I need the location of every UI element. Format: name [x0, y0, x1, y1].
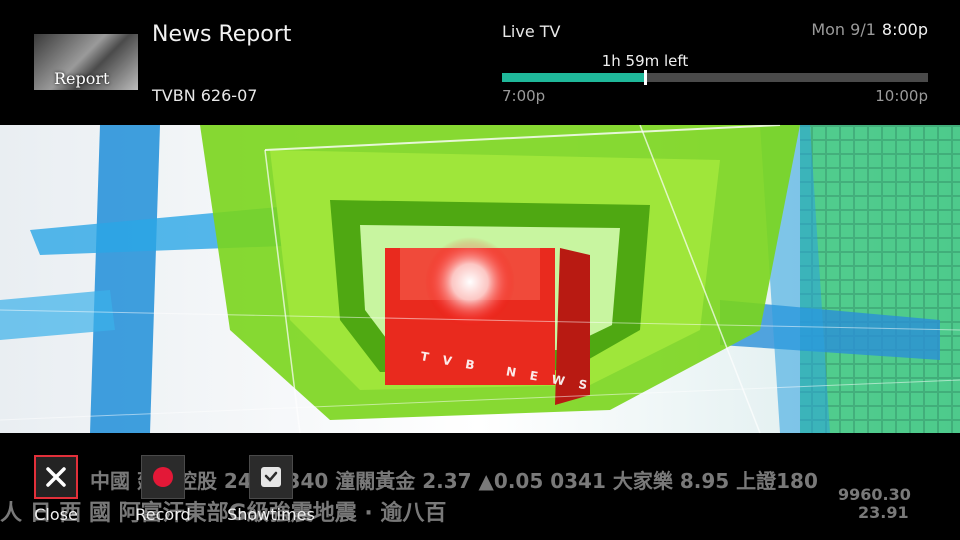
thumbnail-text: Report — [54, 69, 110, 88]
record-button[interactable]: Record — [128, 455, 198, 524]
showtimes-button[interactable]: Showtimes — [226, 455, 316, 524]
channel-label: TVBN 626-07 — [152, 86, 258, 105]
program-end-time: 10:00p — [875, 87, 928, 105]
current-datetime: Mon 9/1 8:00p — [811, 20, 928, 39]
close-icon — [46, 467, 66, 487]
progress-marker — [643, 70, 647, 85]
clock-icon — [261, 467, 281, 487]
show-title: News Report — [152, 22, 292, 47]
close-button-label: Close — [34, 505, 78, 524]
close-button-frame[interactable] — [34, 455, 78, 499]
showtimes-button-label: Showtimes — [227, 505, 315, 524]
info-bar: Report News Report TVBN 626-07 Live TV M… — [0, 0, 960, 125]
ticker-index: 9960.30 — [838, 485, 911, 504]
close-button[interactable]: Close — [28, 455, 84, 524]
program-start-time: 7:00p — [502, 87, 546, 105]
source-label: Live TV — [502, 22, 561, 41]
ticker-change: 23.91 — [858, 503, 909, 522]
ticker-line-1: 中國 建業控股 248 0340 潼關黃金 2.37 ▲0.05 0341 大家… — [90, 469, 818, 493]
record-icon — [153, 467, 173, 487]
show-thumbnail: Report — [34, 34, 138, 90]
program-progress-bar — [502, 70, 928, 85]
time-remaining: 1h 59m left — [601, 52, 689, 70]
showtimes-button-frame[interactable] — [249, 455, 293, 499]
current-time: 8:00p — [881, 20, 928, 39]
record-button-frame[interactable] — [141, 455, 185, 499]
progress-fill — [502, 73, 645, 82]
record-button-label: Record — [135, 505, 191, 524]
current-date: Mon 9/1 — [811, 20, 876, 39]
